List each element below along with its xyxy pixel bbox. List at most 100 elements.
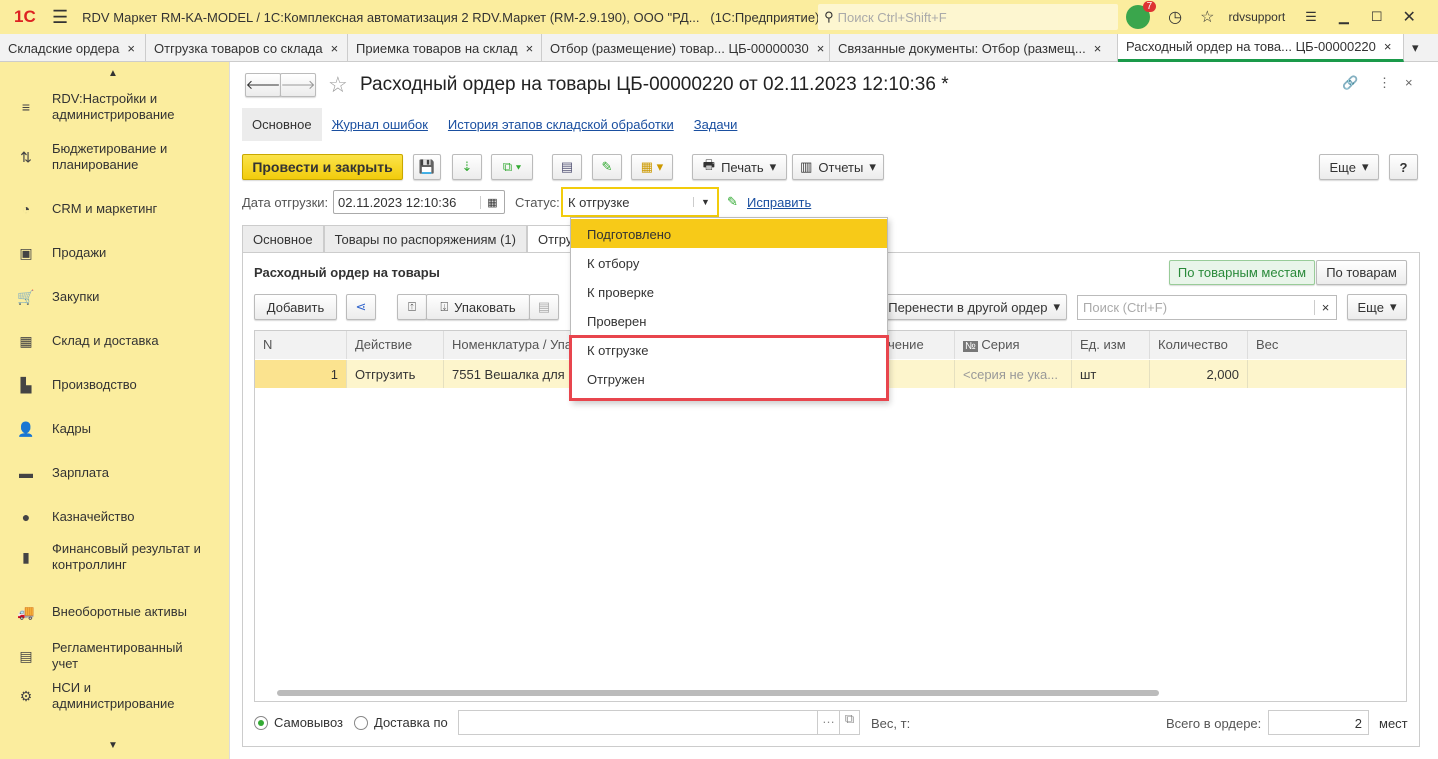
close-icon[interactable]: × [127, 41, 135, 56]
cell-series[interactable]: <серия не ука... [955, 360, 1072, 388]
close-icon[interactable]: × [1094, 41, 1102, 56]
global-search[interactable]: ⚲ Поиск Ctrl+Shift+F [818, 4, 1119, 30]
tab-warehouse-orders[interactable]: Складские ордера × [0, 34, 146, 62]
menu-icon[interactable]: ☰ [52, 7, 68, 28]
sidebar-item[interactable]: ⇅ Бюджетирование и планирование [0, 140, 228, 174]
cell-action[interactable]: Отгрузить [347, 360, 444, 388]
tab-expense-order[interactable]: Расходный ордер на това... ЦБ-00000220 × [1118, 34, 1404, 62]
sidebar: ▲ ≡ RDV:Настройки и администрирование ⇅ Бюд… [0, 62, 230, 759]
cell-qty[interactable]: 2,000 [1150, 360, 1248, 388]
status-option-checked[interactable]: Проверен [571, 306, 887, 335]
tab-goods-by-orders[interactable]: Товары по распоряжениям (1) [323, 225, 527, 253]
nav-main[interactable]: Основное [242, 107, 322, 141]
tabs-dropdown[interactable]: ▾ [1404, 34, 1438, 62]
minimize-button[interactable]: ▁ [1339, 9, 1349, 25]
col-qty[interactable]: Количество [1150, 331, 1248, 359]
close-icon[interactable]: × [526, 41, 534, 56]
scroll-up-icon[interactable]: ▲ [108, 68, 118, 79]
horizontal-scrollbar[interactable] [277, 690, 1159, 696]
sidebar-item[interactable]: ▬ Зарплата [0, 456, 228, 490]
table-more-button[interactable]: Еще ▾ [1347, 294, 1407, 320]
cell-unit[interactable]: шт [1072, 360, 1150, 388]
create-based-on-button[interactable]: ⧉ ▾ [491, 154, 533, 180]
edit-icon[interactable]: ✎ [592, 154, 622, 180]
col-unit[interactable]: Ед. изм [1072, 331, 1150, 359]
history-icon[interactable]: ◷ [1168, 7, 1182, 27]
cell-n[interactable]: 1 [255, 360, 347, 388]
sidebar-item[interactable]: ▤ Регламентированный учет [0, 639, 228, 673]
link-icon[interactable]: 🔗 [1342, 75, 1358, 91]
view-by-places-button[interactable]: По товарным местам [1169, 260, 1315, 285]
close-icon[interactable]: × [331, 41, 339, 56]
delivery-field[interactable]: … ⧉ [458, 710, 860, 735]
schedule-button[interactable]: ▦ ▾ [631, 154, 673, 180]
more-actions-icon[interactable]: ⋮ [1378, 75, 1391, 91]
unpack-icon[interactable]: ⍐ [397, 294, 427, 320]
add-button[interactable]: Добавить [254, 294, 337, 320]
sidebar-item[interactable]: ▙ Производство [0, 368, 228, 402]
delivery-radio[interactable]: Доставка по [354, 715, 448, 730]
sidebar-item[interactable]: 👤 Кадры [0, 412, 228, 446]
sidebar-item[interactable]: 🚚 Внеоборотные активы [0, 595, 228, 629]
chevron-down-icon[interactable]: ▼ [693, 197, 717, 207]
sidebar-item[interactable]: ≡ RDV:Настройки и администрирование [0, 90, 228, 124]
cell-weight[interactable] [1248, 360, 1406, 388]
col-weight[interactable]: Вес [1248, 331, 1406, 359]
more-button[interactable]: Еще ▾ [1319, 154, 1379, 180]
save-icon[interactable]: 💾 [413, 154, 441, 180]
close-form-icon[interactable]: × [1405, 75, 1413, 90]
tab-main[interactable]: Основное [242, 225, 324, 253]
col-series[interactable]: № Серия [955, 331, 1072, 359]
open-icon[interactable]: ⧉ [839, 711, 859, 734]
close-icon[interactable]: × [817, 41, 825, 56]
status-option-to-check[interactable]: К проверке [571, 277, 887, 306]
back-button[interactable]: 🡐 [245, 73, 281, 97]
col-n[interactable]: N [255, 331, 347, 359]
nav-error-log[interactable]: Журнал ошибок [332, 117, 428, 132]
date-field[interactable]: 02.11.2023 12:10:36 ▦ [333, 190, 505, 214]
tab-related-docs[interactable]: Связанные документы: Отбор (размещ... × [830, 34, 1118, 62]
calendar-icon[interactable]: ▦ [480, 195, 504, 209]
close-icon[interactable]: × [1384, 39, 1392, 54]
view-by-goods-button[interactable]: По товарам [1316, 260, 1407, 285]
tab-picking[interactable]: Отбор (размещение) товар... ЦБ-00000030 × [542, 34, 830, 62]
sidebar-item[interactable]: ▦ Склад и доставка [0, 324, 228, 358]
pack-button[interactable]: ⍗ Упаковать [426, 294, 530, 320]
pickup-radio[interactable]: Самовывоз [254, 715, 343, 730]
forward-button[interactable]: 🡒 [280, 73, 316, 97]
scroll-down-icon[interactable]: ▼ [108, 740, 118, 751]
copy-icon[interactable]: ▤ [529, 294, 559, 320]
status-select[interactable]: К отгрузке ▼ [561, 187, 719, 217]
favorite-star-icon[interactable]: ☆ [328, 72, 348, 98]
favorites-icon[interactable]: ☆ [1200, 7, 1214, 27]
maximize-button[interactable]: ☐ [1371, 9, 1383, 25]
structure-icon[interactable]: ▤ [552, 154, 582, 180]
notifications-button[interactable]: 7 [1126, 1, 1157, 29]
post-icon[interactable]: ⇣ [452, 154, 482, 180]
nav-history[interactable]: История этапов складской обработки [448, 117, 674, 132]
user-name[interactable]: rdvsupport [1228, 10, 1285, 24]
sidebar-item[interactable]: 🛒 Закупки [0, 280, 228, 314]
share-icon[interactable]: ⋖ [346, 294, 376, 320]
sidebar-item[interactable]: ◔ CRM и маркетинг [0, 192, 228, 226]
print-button[interactable]: 🖶 Печать ▾ [692, 154, 787, 180]
sidebar-item[interactable]: ▮ Финансовый результат и контроллинг [0, 540, 228, 574]
reports-button[interactable]: ▥ Отчеты ▾ [792, 154, 884, 180]
status-option-to-pick[interactable]: К отбору [571, 248, 887, 277]
tab-receipt[interactable]: Приемка товаров на склад × [348, 34, 542, 62]
settings-menu-icon[interactable]: ☰ [1305, 9, 1317, 25]
sidebar-item[interactable]: ▣ Продажи [0, 236, 228, 270]
sidebar-item[interactable]: ● Казначейство [0, 500, 228, 534]
post-and-close-button[interactable]: Провести и закрыть [242, 154, 403, 180]
tab-shipment[interactable]: Отгрузка товаров со склада × [146, 34, 348, 62]
clear-icon[interactable]: × [1314, 300, 1336, 315]
help-button[interactable]: ? [1389, 154, 1418, 180]
close-button[interactable]: ✕ [1402, 7, 1415, 27]
col-action[interactable]: Действие [347, 331, 444, 359]
sidebar-item[interactable]: ⚙ НСИ и администрирование [0, 679, 228, 713]
table-search-input[interactable]: Поиск (Ctrl+F) × [1077, 295, 1337, 320]
nav-tasks[interactable]: Задачи [694, 117, 738, 132]
fix-link[interactable]: Исправить [747, 195, 811, 210]
status-option-prepared[interactable]: Подготовлено [571, 219, 887, 248]
move-to-order-button[interactable]: Перенести в другой ордер ▾ [870, 294, 1067, 320]
